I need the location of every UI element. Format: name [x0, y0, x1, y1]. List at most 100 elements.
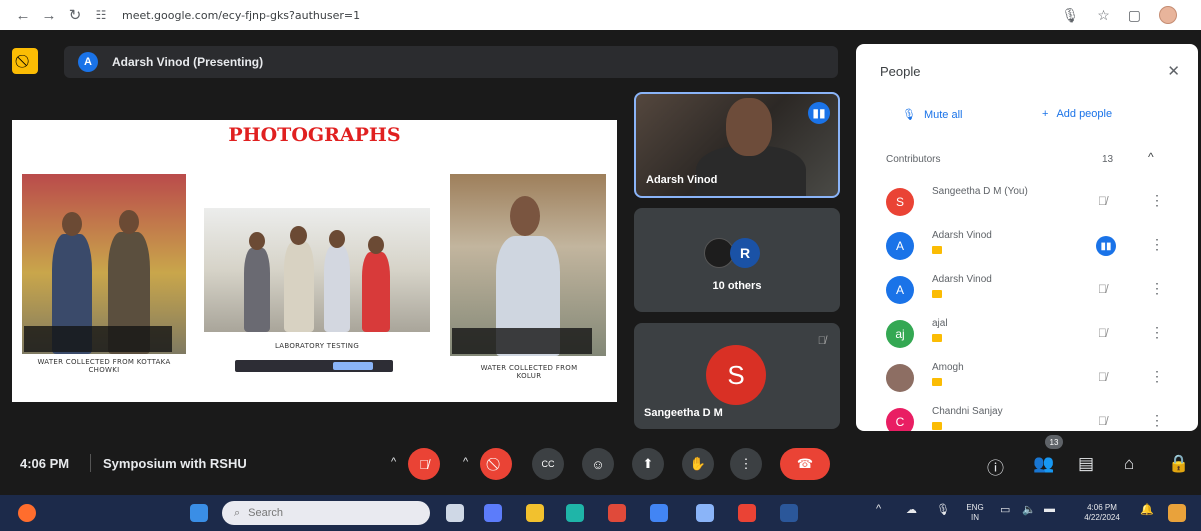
mic-off-icon[interactable]: 🎙̸	[1098, 282, 1107, 296]
mic-off-icon: 🎙̸	[817, 335, 826, 347]
slide-title: PHOTOGRAPHS	[228, 124, 401, 146]
edge-icon[interactable]	[566, 504, 584, 522]
mic-off-icon[interactable]: 🎙̸	[1098, 326, 1107, 340]
present-button[interactable]: ⬆	[632, 448, 664, 480]
presenter-badge	[932, 422, 942, 430]
photo-water-kottaka	[22, 174, 186, 354]
caption-water-kottaka: WATER COLLECTED FROM KOTTAKA CHOWKI	[37, 358, 171, 374]
people-icon[interactable]: 👥	[1033, 454, 1054, 474]
star-icon[interactable]: ☆	[1097, 7, 1110, 24]
emoji-button[interactable]: ☺	[582, 448, 614, 480]
extensions-icon[interactable]: ▢	[1128, 7, 1141, 24]
chrome-profile-icon[interactable]	[738, 504, 756, 522]
leave-call-button[interactable]: ☎	[780, 448, 830, 480]
site-info-icon[interactable]: ☷	[88, 2, 114, 28]
more-vert-icon[interactable]: ⋮	[1150, 280, 1164, 297]
language-indicator[interactable]: ENG IN	[962, 503, 988, 523]
display-icon[interactable]: ▭	[1000, 503, 1010, 516]
list-item[interactable]: Amogh 🎙̸ ⋮	[856, 358, 1198, 402]
mic-off-icon[interactable]: 🎙̸	[1098, 414, 1107, 428]
chevron-up-icon[interactable]: ^	[1148, 150, 1154, 164]
presenter-badge	[932, 246, 942, 254]
chevron-up-icon[interactable]: ^	[391, 456, 396, 468]
volume-icon[interactable]: 🔈	[1022, 503, 1036, 516]
chevron-up-icon[interactable]: ^	[876, 503, 881, 515]
file-explorer-icon[interactable]	[526, 504, 544, 522]
activities-icon[interactable]: ⌂	[1124, 454, 1134, 474]
photo-water-kolur	[450, 174, 606, 356]
forward-icon[interactable]: →	[36, 2, 62, 28]
stop-sharing-button[interactable]	[333, 362, 373, 370]
speaking-indicator-icon: ▮▮	[1096, 236, 1116, 256]
participant-tile-adarsh[interactable]: ▮▮ Adarsh Vinod	[634, 92, 840, 198]
host-controls-icon[interactable]: 🔒	[1168, 454, 1189, 474]
person-name: Adarsh Vinod	[932, 274, 992, 285]
presenting-bar: A Adarsh Vinod (Presenting)	[64, 46, 838, 78]
browser-toolbar: ← → ↻ ☷ meet.google.com/ecy-fjnp-gks?aut…	[0, 0, 1201, 30]
list-item[interactable]: C Chandni Sanjay 🎙̸ ⋮	[856, 402, 1198, 431]
screen-share-notice	[235, 360, 393, 372]
more-vert-icon[interactable]: ⋮	[1150, 192, 1164, 209]
info-icon[interactable]: ⓘ	[987, 454, 1004, 479]
more-vert-icon[interactable]: ⋮	[1150, 368, 1164, 385]
list-item[interactable]: A Adarsh Vinod 🎙̸ ⋮	[856, 270, 1198, 314]
avatar: A	[886, 276, 914, 304]
task-view-icon[interactable]	[446, 504, 464, 522]
person-name: Amogh	[932, 362, 964, 373]
participant-tile-others[interactable]: R 10 others	[634, 208, 840, 312]
add-people-button[interactable]: + Add people	[1042, 108, 1112, 120]
presentation-slide: PHOTOGRAPHS WATER COLLECTED FROM KOTTAKA…	[12, 120, 617, 402]
presentation-off-icon[interactable]: ⃠	[12, 48, 38, 74]
raise-hand-button[interactable]: ✋	[682, 448, 714, 480]
more-vert-icon[interactable]: ⋮	[1150, 412, 1164, 429]
meet-app-icon[interactable]	[484, 504, 502, 522]
app-icon[interactable]	[696, 504, 714, 522]
captions-button[interactable]: CC	[532, 448, 564, 480]
cloud-icon[interactable]: ☁	[906, 503, 917, 516]
chevron-up-icon[interactable]: ^	[463, 456, 468, 468]
more-vert-icon[interactable]: ⋮	[1150, 236, 1164, 253]
system-clock[interactable]: 4:06 PM 4/22/2024	[1074, 503, 1130, 523]
store-icon[interactable]	[608, 504, 626, 522]
date: 4/22/2024	[1084, 513, 1120, 522]
word-icon[interactable]	[780, 504, 798, 522]
divider	[90, 454, 91, 472]
others-label: 10 others	[712, 280, 762, 292]
camera-toggle-button[interactable]: ⃠	[480, 448, 512, 480]
participant-tile-sangeetha[interactable]: S 🎙̸ Sangeetha D M	[634, 323, 840, 429]
more-options-button[interactable]: ⋮	[730, 448, 762, 480]
mic-icon[interactable]: 🎙	[1061, 7, 1079, 24]
list-item[interactable]: aj ajal 🎙̸ ⋮	[856, 314, 1198, 358]
contributors-count: 13	[1102, 154, 1114, 165]
meeting-name: Symposium with RSHU	[103, 456, 247, 471]
panel-title: People	[880, 64, 921, 79]
mic-toggle-button[interactable]: 🎙̸	[408, 448, 440, 480]
add-people-label: Add people	[1056, 108, 1113, 120]
participant-name: Adarsh Vinod	[646, 174, 718, 186]
presenter-avatar: A	[78, 52, 98, 72]
back-icon[interactable]: ←	[10, 2, 36, 28]
more-vert-icon[interactable]: ⋮	[1150, 324, 1164, 341]
battery-icon[interactable]: ▬	[1044, 503, 1055, 515]
start-icon[interactable]	[190, 504, 208, 522]
others-avatars: R	[704, 238, 760, 268]
notification-bell-icon[interactable]: 🔔	[1140, 503, 1154, 516]
mute-all-button[interactable]: 🎙 Mute all	[902, 108, 963, 122]
list-item[interactable]: S Sangeetha D M (You) 🎙̸ ⋮	[856, 182, 1198, 226]
address-bar[interactable]: meet.google.com/ecy-fjnp-gks?authuser=1	[122, 9, 360, 22]
mic-off-icon[interactable]: 🎙̸	[1098, 194, 1107, 208]
avatar: aj	[886, 320, 914, 348]
profile-avatar[interactable]	[1159, 6, 1177, 24]
add-person-icon: +	[1042, 108, 1049, 120]
list-item[interactable]: A Adarsh Vinod ▮▮ ⋮	[856, 226, 1198, 270]
copilot-icon[interactable]	[1168, 504, 1186, 522]
mic-off-icon[interactable]: 🎙̸	[1098, 370, 1107, 384]
widgets-icon[interactable]	[18, 504, 36, 522]
chat-icon[interactable]: ▤	[1078, 454, 1094, 474]
taskbar-search[interactable]: ⌕ Search	[222, 501, 430, 525]
avatar: S	[886, 188, 914, 216]
mic-icon[interactable]: 🎙	[936, 503, 950, 516]
chrome-icon[interactable]	[650, 504, 668, 522]
reload-icon[interactable]: ↻	[62, 2, 88, 28]
close-icon[interactable]: ✕	[1167, 62, 1180, 80]
